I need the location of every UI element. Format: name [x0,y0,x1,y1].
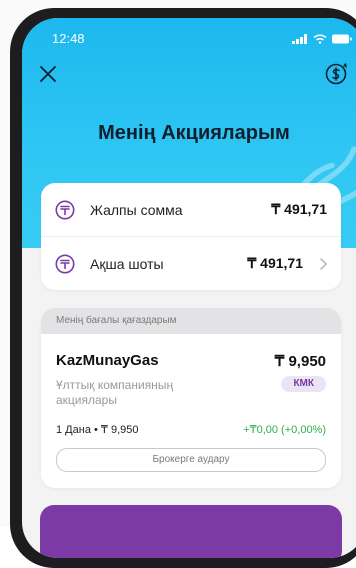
stock-price: ₸ 9,950 [274,353,326,370]
status-bar: 12:48 [22,30,356,50]
chevron-right-icon [320,257,327,270]
total-sum-amount: ₸ 491,71 [271,201,327,217]
portfolio-card: Менің бағалы қағаздарым KazMunayGas ₸ 9,… [41,308,341,488]
phone-frame: 12:48 Менің Акцияларым Жалпы сомма ₸ 491… [0,0,356,568]
stock-change: +₸0,00 (+0,00%) [243,424,326,436]
tenge-icon [55,254,75,273]
transfer-to-broker-button[interactable]: Брокерге аудару [56,448,326,472]
primary-action-button[interactable] [40,505,342,558]
cash-account-label: Ақша шоты [90,255,164,272]
stock-name[interactable]: KazMunayGas [56,352,159,369]
wifi-icon [313,34,327,44]
signal-icon [292,34,307,44]
currency-exchange-icon[interactable] [324,62,348,86]
page-title: Менің Акцияларым [98,122,290,144]
cash-account-row[interactable]: Ақша шоты ₸ 491,71 [41,237,341,290]
stock-description: Ұлттық компанияның акциялары [56,378,174,407]
close-icon[interactable] [38,64,58,84]
portfolio-section-header: Менің бағалы қағаздарым [41,308,341,334]
cash-account-amount: ₸ 491,71 [247,255,303,271]
stock-badge: КМК [281,376,326,392]
stock-quantity: 1 Дана • ₸ 9,950 [56,424,139,436]
total-sum-label: Жалпы сомма [90,201,183,218]
app-screen: 12:48 Менің Акцияларым Жалпы сомма ₸ 491… [22,18,356,558]
tenge-icon [55,200,75,219]
summary-card: Жалпы сомма ₸ 491,71 Ақша шоты ₸ 491,71 [41,183,341,290]
battery-icon [332,34,352,44]
status-icons [292,34,352,44]
total-sum-row: Жалпы сомма ₸ 491,71 [41,183,341,237]
portfolio-section-title: Менің бағалы қағаздарым [56,315,177,326]
status-time: 12:48 [52,31,85,46]
